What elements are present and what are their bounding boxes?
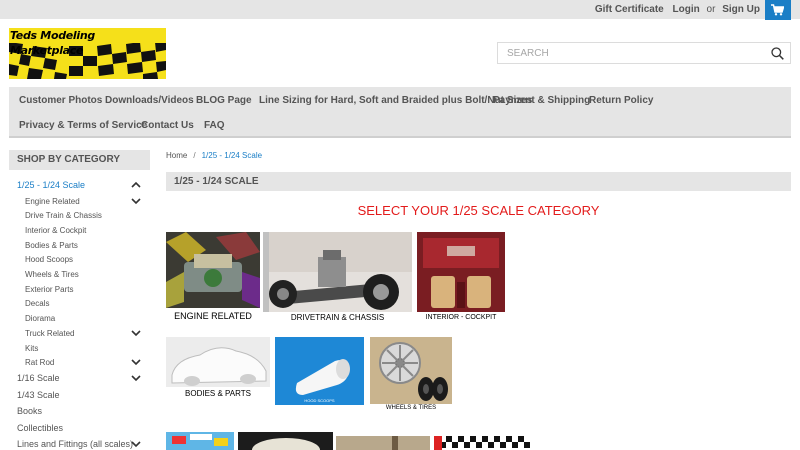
sidebar-item-drive-train[interactable]: Drive Train & Chassis — [25, 211, 102, 220]
exterior-parts-image — [238, 432, 333, 450]
chevron-down-icon[interactable] — [131, 329, 141, 337]
chevron-down-icon[interactable] — [131, 358, 141, 366]
sidebar-item-interior[interactable]: Interior & Cockpit — [25, 226, 86, 235]
breadcrumb-separator: / — [193, 151, 196, 160]
sidebar-item-exterior-parts[interactable]: Exterior Parts — [25, 285, 73, 294]
sidebar-item-rat-rod[interactable]: Rat Rod — [25, 358, 54, 367]
chevron-down-icon[interactable] — [131, 440, 141, 448]
tile-bodies-parts[interactable]: BODIES & PARTS — [166, 337, 270, 400]
sidebar-item-books[interactable]: Books — [17, 406, 42, 416]
breadcrumb: Home / 1/25 - 1/24 Scale — [166, 151, 262, 160]
interior-image — [417, 232, 505, 324]
search-box — [497, 42, 791, 64]
logo-text: Teds Modeling Marketplace — [9, 28, 166, 57]
sidebar-item-truck-related[interactable]: Truck Related — [25, 329, 75, 338]
wheels-image — [370, 337, 452, 412]
tile-drivetrain-chassis[interactable]: DRIVETRAIN & CHASSIS — [263, 232, 412, 324]
chevron-down-icon[interactable] — [131, 197, 141, 205]
tile-caption: INTERIOR - COCKPIT — [417, 312, 505, 324]
nav-customer-photos[interactable]: Customer Photos — [19, 95, 102, 106]
top-bar: Gift Certificate Login or Sign Up — [0, 0, 800, 19]
tile-caption: DRIVETRAIN & CHASSIS — [263, 312, 412, 324]
nav-faq[interactable]: FAQ — [204, 120, 225, 131]
tile-wheels-tires[interactable]: WHEELS & TIRES — [370, 337, 452, 412]
drivetrain-image — [263, 232, 412, 324]
sidebar-item-1-43-scale[interactable]: 1/43 Scale — [17, 390, 60, 400]
chevron-down-icon[interactable] — [131, 374, 141, 382]
sidebar-item-diorama[interactable]: Diorama — [25, 314, 55, 323]
sidebar-item-1-25-scale[interactable]: 1/25 - 1/24 Scale — [17, 180, 85, 190]
diorama-image — [336, 436, 430, 450]
sign-up-link[interactable]: Sign Up — [722, 4, 760, 15]
decals-image — [166, 432, 234, 450]
sidebar-item-kits[interactable]: Kits — [25, 344, 38, 353]
tile-caption: WHEELS & TIRES — [370, 404, 452, 412]
tile-exterior-parts[interactable] — [238, 432, 333, 450]
sidebar-item-hood-scoops[interactable]: Hood Scoops — [25, 255, 73, 264]
sidebar-item-collectibles[interactable]: Collectibles — [17, 423, 63, 433]
search-icon[interactable] — [771, 47, 784, 60]
search-input[interactable] — [498, 43, 758, 64]
tile-caption: BODIES & PARTS — [166, 387, 270, 400]
main-nav: Customer Photos Downloads/Videos BLOG Pa… — [9, 87, 791, 138]
nav-contact-us[interactable]: Contact Us — [141, 120, 194, 131]
tile-diorama[interactable] — [336, 436, 430, 450]
tile-kits[interactable] — [434, 436, 530, 450]
sidebar-item-decals[interactable]: Decals — [25, 299, 49, 308]
sidebar-item-wheels-tires[interactable]: Wheels & Tires — [25, 270, 79, 279]
nav-blog-page[interactable]: BLOG Page — [196, 95, 252, 106]
or-text: or — [706, 4, 716, 15]
page-title: 1/25 - 1/24 SCALE — [166, 172, 791, 191]
login-link[interactable]: Login — [673, 4, 700, 15]
breadcrumb-home[interactable]: Home — [166, 151, 187, 160]
chevron-up-icon[interactable] — [131, 181, 141, 189]
nav-privacy-terms[interactable]: Privacy & Terms of Service — [19, 120, 147, 131]
tile-interior-cockpit[interactable]: INTERIOR - COCKPIT — [417, 232, 505, 324]
nav-line-sizing[interactable]: Line Sizing for Hard, Soft and Braided p… — [259, 95, 532, 106]
tile-hood-scoops[interactable]: HOOD SCOOPS — [275, 337, 364, 405]
breadcrumb-current[interactable]: 1/25 - 1/24 Scale — [202, 151, 262, 160]
select-category-title: SELECT YOUR 1/25 SCALE CATEGORY — [357, 203, 600, 218]
tile-decals[interactable] — [166, 432, 234, 450]
cart-icon — [771, 4, 784, 16]
checkered-banner-image — [434, 436, 530, 450]
tile-caption: ENGINE RELATED — [166, 308, 260, 324]
sidebar-item-engine-related[interactable]: Engine Related — [25, 197, 80, 206]
sidebar-item-bodies[interactable]: Bodies & Parts — [25, 241, 78, 250]
sidebar-item-1-16-scale[interactable]: 1/16 Scale — [17, 373, 60, 383]
nav-downloads-videos[interactable]: Downloads/Videos — [105, 95, 194, 106]
gift-certificate-link[interactable]: Gift Certificate — [595, 4, 664, 15]
tile-caption: HOOD SCOOPS — [304, 398, 335, 403]
tile-engine-related[interactable]: ENGINE RELATED — [166, 232, 260, 324]
shop-by-category-heading: SHOP BY CATEGORY — [9, 150, 150, 170]
sidebar-item-lines-fittings[interactable]: Lines and Fittings (all scales) — [17, 439, 133, 449]
nav-payment-shipping[interactable]: Payment & Shipping — [493, 95, 590, 106]
nav-return-policy[interactable]: Return Policy — [589, 95, 653, 106]
account-links: Gift Certificate Login or Sign Up — [591, 4, 760, 15]
site-logo[interactable]: Teds Modeling Marketplace — [9, 28, 166, 79]
cart-button[interactable] — [765, 0, 791, 20]
hood-scoop-image — [275, 337, 364, 405]
